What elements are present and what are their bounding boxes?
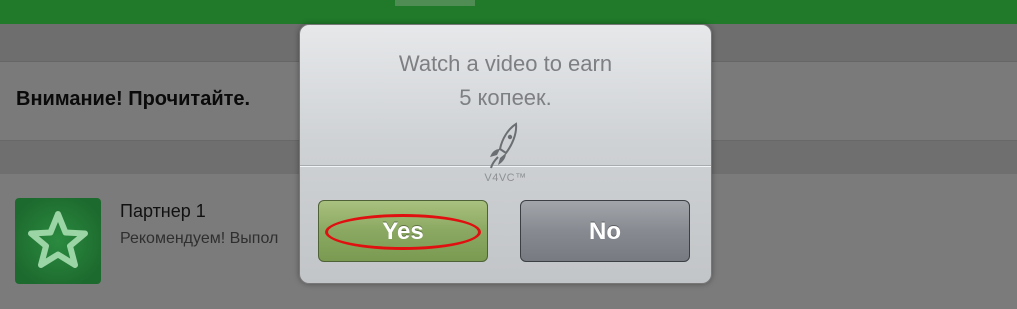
rocket-icon (490, 122, 518, 169)
no-button[interactable]: No (520, 200, 690, 262)
partner-title: Партнер 1 (120, 201, 206, 221)
reward-video-dialog: Watch a video to earn 5 копеек. V4VC™ Ye… (299, 24, 712, 284)
yes-button-label: Yes (382, 218, 424, 245)
partner-icon (15, 198, 101, 284)
app-top-bar (0, 0, 1017, 24)
dialog-message-line-2: 5 копеек. (459, 85, 552, 110)
dialog-message: Watch a video to earn 5 копеек. (300, 47, 711, 115)
notice-text: Внимание! Прочитайте. (16, 88, 251, 110)
star-icon (28, 211, 88, 268)
dialog-message-line-1: Watch a video to earn (398, 51, 613, 76)
app-top-bar-title-fragment (395, 0, 475, 6)
yes-button[interactable]: Yes (318, 200, 488, 262)
no-button-label: No (589, 218, 621, 245)
partner-subtitle: Рекомендуем! Выпол (120, 230, 279, 247)
logo-text: V4VC™ (484, 172, 527, 184)
